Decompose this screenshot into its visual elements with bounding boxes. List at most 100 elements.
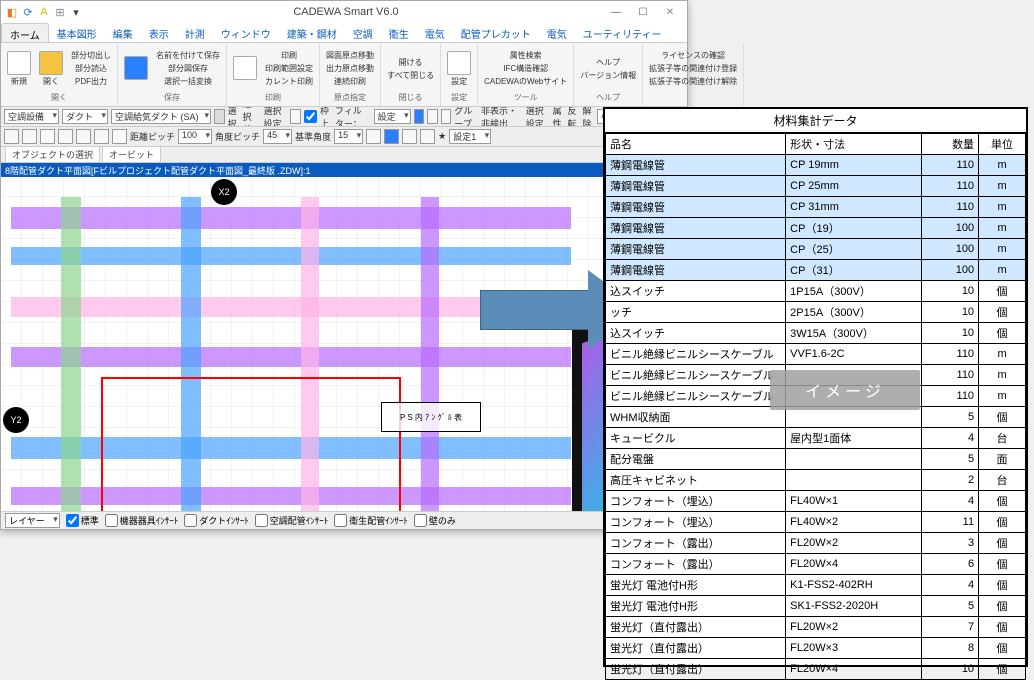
snap-icon[interactable] [4,129,19,144]
tool-icon[interactable] [402,129,417,144]
tool-icon[interactable] [214,109,225,124]
qat-icon[interactable]: ◧ [5,5,19,19]
crumb-item[interactable]: オービット [102,146,161,163]
saveas-button[interactable]: 名前を付けて保存 [153,49,223,62]
tab[interactable]: 配管プレカット [453,23,539,42]
table-row: 薄鋼電線管CP（31）100m [606,260,1026,281]
new-button[interactable]: 新規 [4,50,34,88]
options-bar: 空調設備 ダクト 空調給気ダクト (SA) 選択 選択状 選択設定 枠上 フィル… [1,107,687,127]
tab[interactable]: 建築・鋼材 [279,23,345,42]
table-row: キュービクル屋内型1面体4台 [606,428,1026,449]
table-row: 薄鋼電線管CP（19）100m [606,218,1026,239]
tab[interactable]: 基本図形 [49,23,105,42]
table-row: 蛍光灯 電池付H形K1-FSS2-402RH4個 [606,575,1026,596]
status-bar: レイヤー 標準 機器器具ｲﾝｻｰﾄ ダクトｲﾝｻｰﾄ 空調配管ｲﾝｻｰﾄ 衛生配… [1,511,687,529]
table-row: 蛍光灯（直付露出）FL20W×410個 [606,659,1026,680]
col-spec: 形状・寸法 [786,134,922,155]
tab[interactable]: 空調 [345,23,381,42]
cut-button[interactable]: 部分切出し [68,49,114,62]
print-button[interactable] [230,55,260,82]
duct-combo[interactable]: ダクト [62,109,108,124]
settings-button[interactable]: 設定 [444,50,474,88]
frame-check[interactable] [304,110,317,123]
partsave-button[interactable]: 部分図保存 [153,62,223,75]
tab[interactable]: ウィンドウ [213,23,279,42]
tool-icon[interactable] [420,129,435,144]
subduct-combo[interactable]: 空調給気ダクト (SA) [111,109,211,124]
tab[interactable]: 電気 [539,23,575,42]
table-row: 込スイッチ3W15A（300V）10個 [606,323,1026,344]
tool-icon[interactable] [427,109,438,124]
readin-button[interactable]: 部分読込 [68,62,114,75]
tab-home[interactable]: ホーム [1,23,49,42]
filter-combo[interactable]: 設定 [374,109,411,124]
close-button[interactable]: ✕ [657,3,683,21]
snap-icon[interactable] [22,129,37,144]
tool-icon[interactable] [414,109,425,124]
group-label: ツール [481,92,570,104]
table-row: 薄鋼電線管CP 31mm110m [606,197,1026,218]
snap-icon[interactable] [58,129,73,144]
group-label [646,92,740,104]
qat-icon[interactable]: ⊞ [53,5,67,19]
tab[interactable]: 電気 [417,23,453,42]
table-row: コンフォート（露出）FL20W×23個 [606,533,1026,554]
tab[interactable]: 編集 [105,23,141,42]
batch-button[interactable]: 選択一括変換 [153,75,223,88]
col-qty: 数量 [921,134,978,155]
ribbon-tabs: ホーム 基本図形 編集 表示 計測 ウィンドウ 建築・鋼材 空調 衛生 電気 配… [1,23,687,43]
col-unit: 単位 [979,134,1026,155]
group-label: 原点指定 [323,92,377,104]
snap-icon[interactable] [94,129,109,144]
document-tab: 8階配管ダクト平面図[Fビルプロジェクト配管ダクト平面図_最終版 .ZDW]:1… [1,163,687,177]
crumb-item[interactable]: オブジェクトの選択 [5,146,100,163]
pdf-button[interactable]: PDF出力 [68,75,114,88]
table-row: ッチ2P15A（300V）10個 [606,302,1026,323]
snap-icon[interactable] [112,129,127,144]
base-combo[interactable]: 15 [334,129,363,144]
snap-icon[interactable] [40,129,55,144]
tab[interactable]: 計測 [177,23,213,42]
qat-icon[interactable]: ⟳ [21,5,35,19]
snap-icon[interactable] [76,129,91,144]
maximize-button[interactable]: ☐ [630,3,656,21]
setting-combo[interactable]: 設定1 [449,129,491,144]
group-label: 設定 [444,92,474,104]
table-row: 薄鋼電線管CP（25）100m [606,239,1026,260]
group-label: 閉じる [384,92,437,104]
table-row: 込スイッチ1P15A（300V）10個 [606,281,1026,302]
table-row: 高圧キャビネット2台 [606,470,1026,491]
layer-button[interactable]: レイヤー [5,513,60,528]
table-row: 蛍光灯 電池付H形SK1-FSS2-2020H5個 [606,596,1026,617]
table-row: ビニル絶縁ビニルシースケーブルVVF1.6-2C110m [606,344,1026,365]
qat: ◧ ⟳ A ⊞ ▾ [5,5,83,19]
window-title: CADEWA Smart V6.0 [89,6,603,18]
options-bar-2: 距離ピッチ 100 角度ピッチ 45 基準角度 15 ★ 設定1 [1,127,687,147]
table-row: 蛍光灯（直付露出）FL20W×38個 [606,638,1026,659]
qat-icon[interactable]: A [37,5,51,19]
tab[interactable]: 衛生 [381,23,417,42]
minimize-button[interactable]: — [603,3,629,21]
tab[interactable]: ユーティリティー [575,23,670,42]
group-label: 印刷 [230,92,316,104]
group-label: 保存 [121,92,223,104]
table-row: 薄鋼電線管CP 19mm110m [606,155,1026,176]
group-label: 開く [4,92,114,104]
group-label: ヘルプ [577,92,639,104]
table-title: 材料集計データ [605,109,1026,133]
tool-icon[interactable] [366,129,381,144]
angle-combo[interactable]: 45 [263,129,292,144]
axis-marker: Y2 [3,407,29,433]
save-button[interactable] [121,55,151,82]
layer-combo[interactable]: 空調設備 [4,109,59,124]
tool-icon[interactable] [441,109,452,124]
table-row: コンフォート（埋込）FL40W×14個 [606,491,1026,512]
pitch-combo[interactable]: 100 [178,129,212,144]
titlebar: ◧ ⟳ A ⊞ ▾ CADEWA Smart V6.0 — ☐ ✕ [1,1,687,23]
tab[interactable]: 表示 [141,23,177,42]
tool-icon[interactable] [384,129,399,144]
tool-icon[interactable] [290,109,301,124]
open-button[interactable]: 開く [36,50,66,88]
qat-icon[interactable]: ▾ [69,5,83,19]
breadcrumb: オブジェクトの選択 オービット [1,147,687,163]
